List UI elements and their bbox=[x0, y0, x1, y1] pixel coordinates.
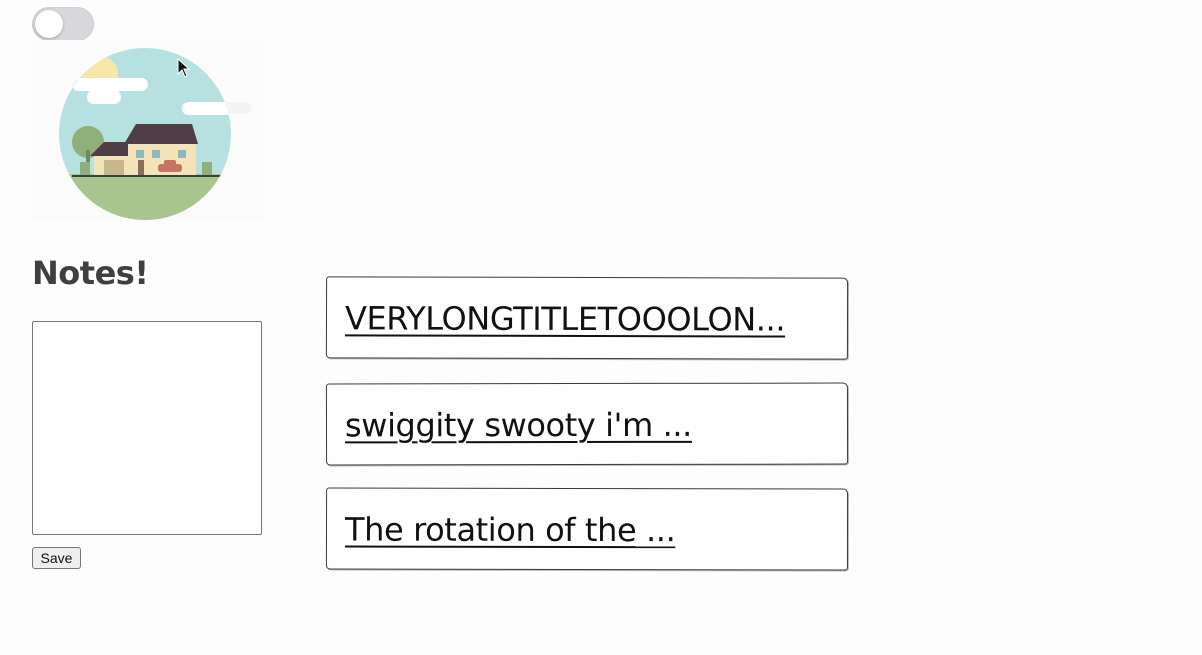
toggle-knob bbox=[35, 10, 63, 38]
note-card[interactable]: The rotation of the ... bbox=[325, 487, 849, 571]
note-title-link[interactable]: VERYLONGTITLETOOOLON... bbox=[345, 277, 785, 360]
note-title-link[interactable]: swiggity swooty i'm ... bbox=[345, 384, 692, 467]
notes-heading: Notes! bbox=[32, 254, 149, 292]
note-textarea[interactable] bbox=[32, 321, 262, 535]
note-card[interactable]: VERYLONGTITLETOOOLON... bbox=[325, 276, 849, 360]
mouse-cursor-icon bbox=[177, 58, 191, 78]
note-title-link[interactable]: The rotation of the ... bbox=[345, 488, 676, 571]
note-card[interactable]: swiggity swooty i'm ... bbox=[325, 382, 849, 467]
theme-toggle[interactable] bbox=[32, 7, 94, 41]
house-landscape-image bbox=[32, 40, 264, 222]
save-button[interactable]: Save bbox=[32, 547, 81, 569]
